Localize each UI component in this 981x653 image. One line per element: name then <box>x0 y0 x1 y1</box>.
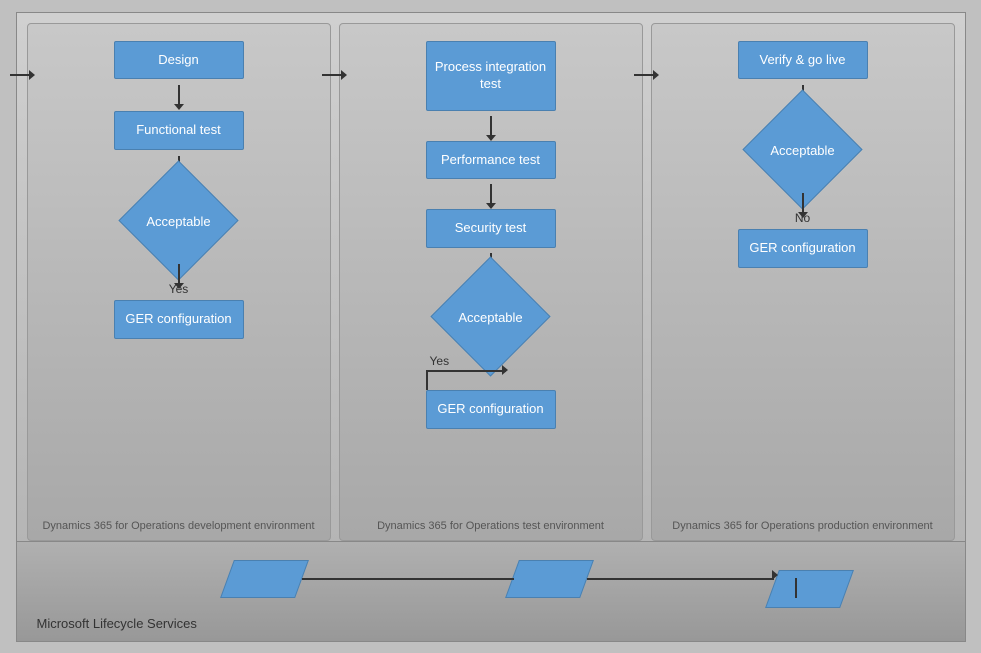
acceptable-diamond-test: Acceptable <box>426 282 556 352</box>
ger-config-prod: GER configuration <box>738 229 868 268</box>
no-arrow-prod <box>802 193 804 213</box>
yes-connector-test: Yes <box>426 356 556 386</box>
test-column: Process integration test Performance tes… <box>339 23 643 541</box>
entry-arrow-prod <box>634 74 654 76</box>
dev-flow: Design Functional test Acceptable Yes <box>38 36 320 340</box>
bottom-connect-1 <box>302 578 514 580</box>
performance-test-box: Performance test <box>426 141 556 180</box>
arrow-head-dev <box>29 70 35 80</box>
yes-h-line-test <box>426 370 506 372</box>
bottom-connect-3 <box>587 578 774 580</box>
design-box: Design <box>114 41 244 80</box>
arrow-2-test <box>490 184 492 204</box>
yes-arrow-test <box>502 365 508 375</box>
arrow-1-dev <box>178 85 180 105</box>
acceptable-label-test: Acceptable <box>458 310 522 325</box>
prod-col-label: Dynamics 365 for Operations production e… <box>652 519 954 533</box>
entry-line-test <box>322 74 342 76</box>
dev-col-label: Dynamics 365 for Operations development … <box>28 519 330 533</box>
ger-config-test: GER configuration <box>426 390 556 429</box>
test-col-label: Dynamics 365 for Operations test environ… <box>340 519 642 533</box>
dev-column: Design Functional test Acceptable Yes <box>27 23 331 541</box>
diagram-container: Design Functional test Acceptable Yes <box>16 12 966 642</box>
yes-label-test: Yes <box>430 354 450 368</box>
entry-line-dev <box>10 74 30 76</box>
acceptable-diamond-dev: Acceptable <box>114 186 244 256</box>
process-integration-box: Process integration test <box>426 41 556 111</box>
prod-column: Verify & go live Acceptable No GER confi… <box>651 23 955 541</box>
parallelogram-1 <box>220 560 309 598</box>
arrow-head-test <box>341 70 347 80</box>
bottom-connect-2 <box>795 578 797 598</box>
prod-flow: Verify & go live Acceptable No GER confi… <box>662 36 944 269</box>
test-flow: Process integration test Performance tes… <box>350 36 632 430</box>
bottom-area: Microsoft Lifecycle Services <box>17 541 965 641</box>
yes-row-dev <box>114 264 244 284</box>
arrow-head-prod <box>653 70 659 80</box>
verify-go-live-box: Verify & go live <box>738 41 868 80</box>
acceptable-label-prod: Acceptable <box>770 143 834 158</box>
columns-area: Design Functional test Acceptable Yes <box>17 13 965 541</box>
functional-test-box: Functional test <box>114 111 244 150</box>
security-test-box: Security test <box>426 209 556 248</box>
bottom-label: Microsoft Lifecycle Services <box>37 616 197 631</box>
ger-config-dev: GER configuration <box>114 300 244 339</box>
acceptable-label-dev: Acceptable <box>146 214 210 229</box>
parallelogram-2 <box>505 560 594 598</box>
acceptable-diamond-prod: Acceptable <box>738 115 868 185</box>
entry-line-prod <box>634 74 654 76</box>
entry-arrow-test <box>322 74 342 76</box>
entry-arrow-dev <box>10 74 30 76</box>
bottom-arrow-3 <box>772 570 778 580</box>
arrow-1-test <box>490 116 492 136</box>
parallelogram-3 <box>765 570 854 608</box>
yes-arrow-dev <box>178 264 180 284</box>
no-row-prod <box>738 193 868 213</box>
yes-v-line-test <box>426 370 428 390</box>
